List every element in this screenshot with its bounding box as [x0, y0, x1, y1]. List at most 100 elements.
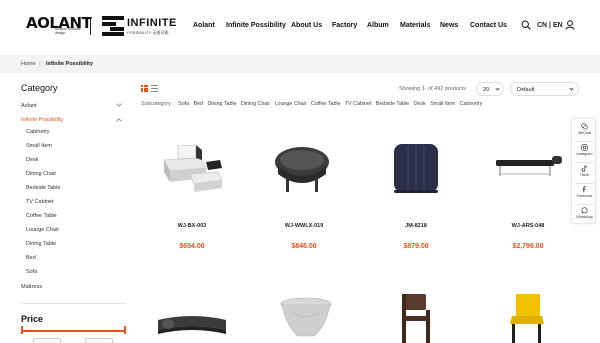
social-divider	[575, 183, 594, 184]
chevron-down-icon	[569, 86, 574, 91]
wechat-icon	[581, 123, 588, 130]
product-image-curved-sofa[interactable]	[156, 308, 228, 343]
list-view-icon[interactable]	[151, 85, 158, 92]
product-image-marble-side-table[interactable]	[278, 296, 334, 343]
social-label: WeChat	[578, 131, 591, 135]
sidebar-sub-lounge-chair[interactable]: Lounge Chair	[26, 227, 59, 233]
subcategory-desk[interactable]: Desk	[414, 101, 426, 107]
sidebar-item-infinite-possibility[interactable]: Infinite Possibility	[21, 117, 63, 123]
nav-factory[interactable]: Factory	[332, 22, 357, 29]
social-wechat[interactable]: WeChat	[572, 123, 597, 135]
sort-select[interactable]: Default	[510, 82, 579, 96]
price-min-handle[interactable]	[21, 326, 23, 334]
breadcrumb: Home / Infinite Possibility	[0, 55, 600, 73]
price-filter-title: Price	[21, 314, 44, 324]
social-sidebar: WeChat Instagram Tiktok Facebook WhatsAp…	[571, 118, 596, 224]
subcategory-tv-cabinet[interactable]: TV Cabinet	[345, 101, 372, 107]
sidebar-item-aolant[interactable]: Aolant	[21, 103, 37, 109]
subcategory-sofa[interactable]: Sofa	[178, 101, 189, 107]
social-label: Facebook	[576, 194, 593, 198]
product-price: $846.00	[291, 243, 317, 250]
social-label: WhatsApp	[576, 215, 593, 219]
social-instagram[interactable]: Instagram	[572, 144, 597, 156]
sidebar-sub-tv-cabinet[interactable]: TV Cabinet	[26, 199, 54, 205]
chevron-down-icon	[495, 86, 500, 91]
breadcrumb-home[interactable]: Home	[21, 61, 36, 67]
sidebar-sub-small-item[interactable]: Small Item	[26, 143, 52, 149]
product-image-white-modular-sofa[interactable]	[160, 138, 226, 196]
social-divider	[575, 162, 594, 163]
subcategory-dining-chair[interactable]: Dining Chair	[241, 101, 270, 107]
social-divider	[575, 204, 594, 205]
per-page-select[interactable]: 20	[476, 82, 504, 96]
nav-infinite-possibility[interactable]: Infinite Possibility	[226, 22, 286, 29]
per-page-value: 20	[483, 87, 490, 93]
sidebar-sub-dining-table[interactable]: Dining Table	[26, 241, 56, 247]
product-image-yellow-chair[interactable]	[504, 292, 548, 343]
subcategory-bar: Subcategory : Sofa Bed Dining Table Dini…	[141, 101, 485, 107]
infinite-possibility-logo[interactable]: INFINITE POSSIBILITY 无限可能	[102, 16, 177, 38]
site-header: AOLANT Modern furniture design INFINITE …	[0, 0, 600, 54]
sidebar-sub-cabinetry[interactable]: Cabinetry	[26, 129, 50, 135]
sidebar-sub-bed[interactable]: Bed	[26, 255, 36, 261]
subcategory-coffee-table[interactable]: Coffee Table	[311, 101, 341, 107]
user-icon[interactable]	[565, 20, 575, 30]
category-title: Category	[21, 83, 58, 93]
sidebar-sub-desk[interactable]: Desk	[26, 157, 39, 163]
product-price: $879.00	[403, 243, 429, 250]
logo-divider	[90, 17, 91, 35]
subcategory-small-item[interactable]: Small Item	[430, 101, 455, 107]
whatsapp-icon	[581, 207, 588, 214]
social-label: Tiktok	[579, 173, 590, 177]
subcategory-bedside-table[interactable]: Bedside Table	[376, 101, 409, 107]
sidebar-sub-sofa[interactable]: Sofa	[26, 269, 37, 275]
breadcrumb-separator: /	[39, 61, 41, 67]
results-count: Showing 1- of 492 products	[399, 86, 466, 92]
grid-view-icon[interactable]	[141, 85, 148, 92]
tiktok-icon	[581, 165, 587, 172]
sidebar-sub-dining-chair[interactable]: Dining Chair	[26, 171, 56, 177]
sort-value: Default	[517, 87, 535, 93]
aolant-logo[interactable]: AOLANT Modern furniture design	[26, 14, 92, 35]
sidebar-sub-coffee-table[interactable]: Coffee Table	[26, 213, 57, 219]
subcategory-dining-table[interactable]: Dining Table	[207, 101, 236, 107]
product-name[interactable]: WJ-ARS-048	[478, 223, 578, 229]
subcategory-cabinetry[interactable]: Cabinetry	[460, 101, 483, 107]
product-image-daybed[interactable]	[492, 150, 564, 180]
infinite-logo-sub: POSSIBILITY 无限可能	[127, 30, 169, 35]
product-image-wood-chair[interactable]	[396, 292, 436, 343]
instagram-icon	[581, 144, 588, 151]
infinite-logo-word: INFINITE	[127, 17, 177, 29]
product-name[interactable]: WJ-BX-003	[142, 223, 242, 229]
subcategory-lounge-chair[interactable]: Lounge Chair	[275, 101, 307, 107]
social-label: Instagram	[576, 152, 593, 156]
chevron-down-icon[interactable]	[116, 101, 122, 107]
price-max-handle[interactable]	[124, 326, 126, 334]
nav-news[interactable]: News	[440, 22, 458, 29]
price-range-track[interactable]	[21, 330, 126, 332]
search-icon[interactable]	[521, 20, 531, 30]
language-switch[interactable]: CN | EN	[537, 22, 563, 29]
nav-contact-us[interactable]: Contact Us	[470, 22, 507, 29]
sidebar-item-mattress[interactable]: Mattress	[21, 284, 42, 290]
product-name[interactable]: JM-8218	[366, 223, 466, 229]
product-image-lounge-chair[interactable]	[272, 140, 332, 198]
product-name[interactable]: WJ-WWLX-019	[254, 223, 354, 229]
sidebar-sub-bedside-table[interactable]: Bedside Table	[26, 185, 60, 191]
social-facebook[interactable]: Facebook	[572, 186, 597, 198]
nav-materials[interactable]: Materials	[400, 22, 430, 29]
product-price: $2,796.00	[512, 243, 544, 250]
price-min-input[interactable]	[33, 338, 61, 343]
social-divider	[575, 141, 594, 142]
nav-album[interactable]: Album	[367, 22, 389, 29]
price-max-input[interactable]	[85, 338, 113, 343]
subcategory-bed[interactable]: Bed	[194, 101, 203, 107]
social-tiktok[interactable]: Tiktok	[572, 165, 597, 177]
product-image-navy-cabinet[interactable]	[389, 140, 443, 196]
social-whatsapp[interactable]: WhatsApp	[572, 207, 597, 219]
infinite-logo-glyph-icon	[102, 16, 124, 36]
subcategory-label: Subcategory :	[141, 101, 174, 107]
nav-about-us[interactable]: About Us	[291, 22, 322, 29]
nav-aolant[interactable]: Aolant	[193, 22, 215, 29]
chevron-up-icon[interactable]	[116, 118, 122, 124]
